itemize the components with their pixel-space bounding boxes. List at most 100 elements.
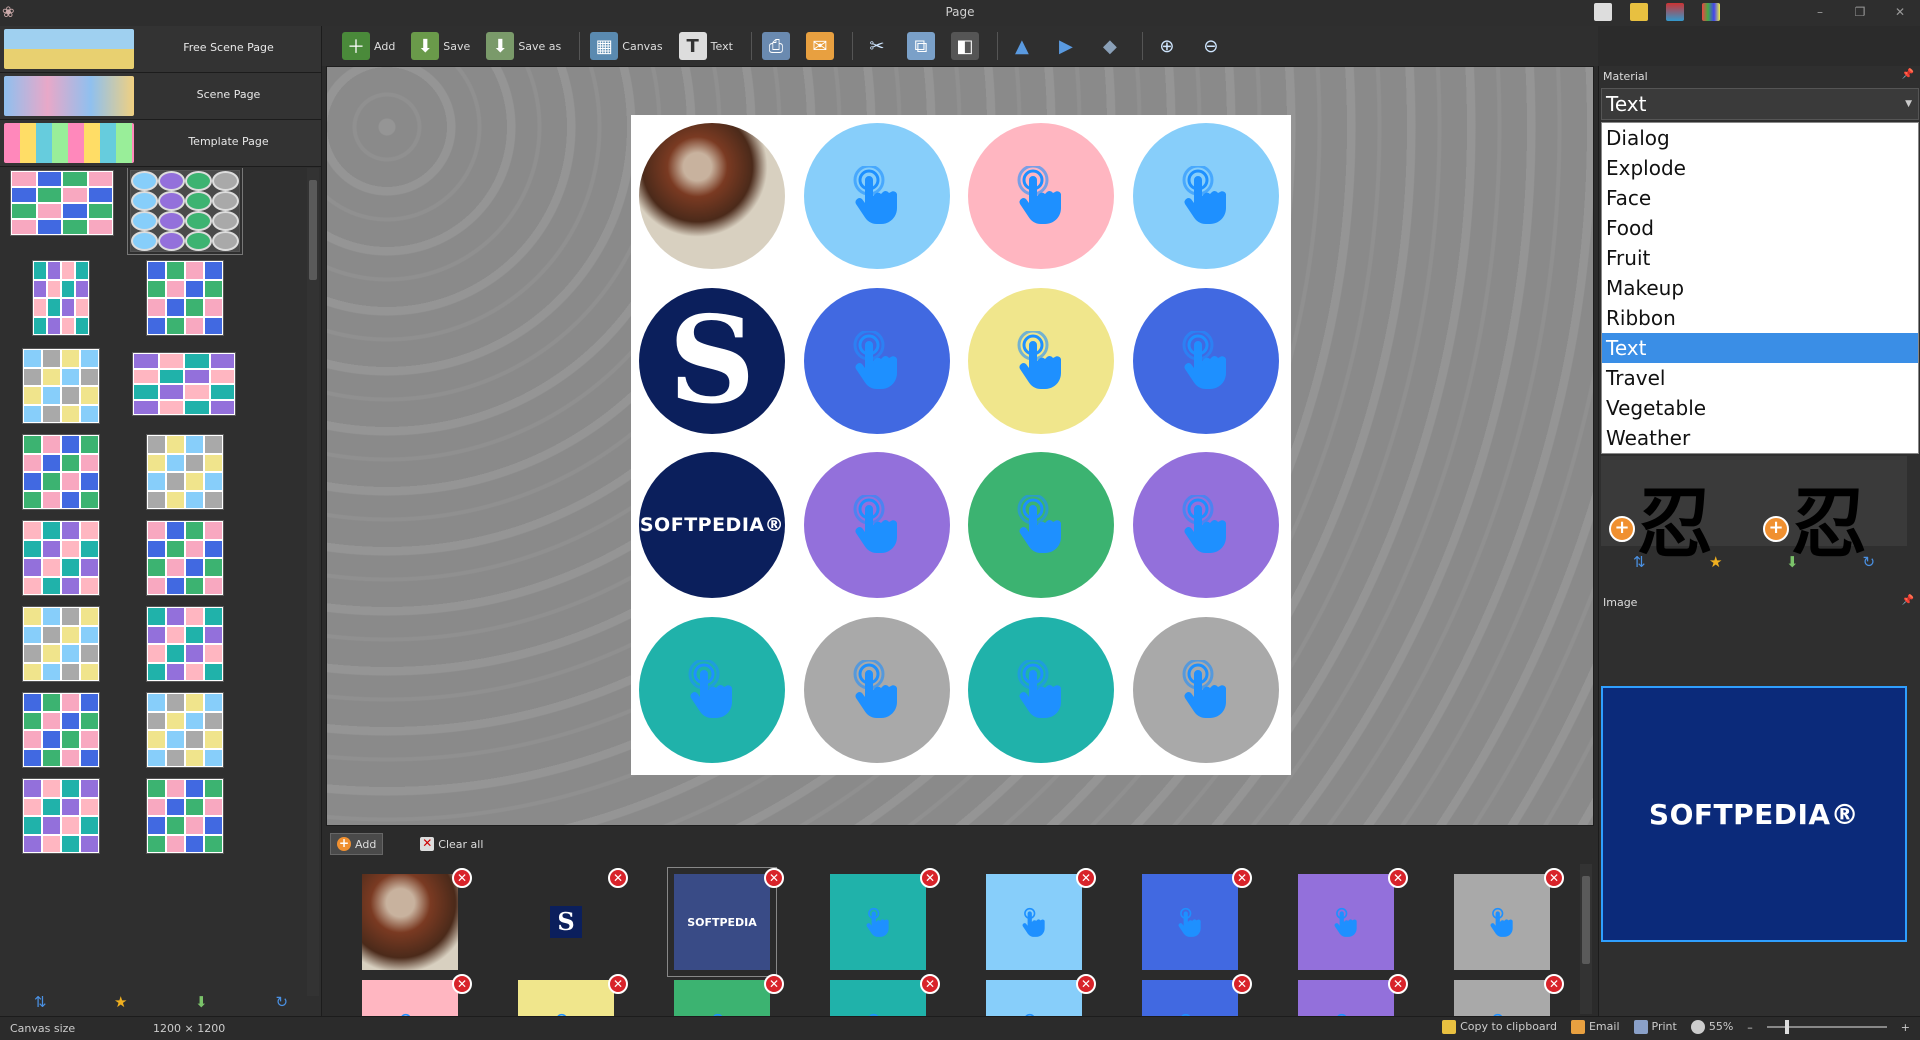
strip-thumbnail[interactable]: ✕ (1142, 974, 1252, 1016)
material-option[interactable]: Ribbon (1602, 303, 1918, 333)
text-button[interactable]: T Text (675, 30, 737, 62)
status-email-button[interactable]: Email (1570, 1020, 1620, 1034)
strip-thumbnail[interactable]: ✕ (362, 974, 472, 1016)
remove-thumbnail-icon[interactable]: ✕ (452, 974, 472, 994)
remove-thumbnail-icon[interactable]: ✕ (764, 868, 784, 888)
clear-all-button[interactable]: ✕ Clear all (413, 833, 490, 855)
zoom-slider-knob[interactable] (1784, 1020, 1789, 1034)
material-option[interactable]: Weather (1602, 423, 1918, 453)
touch-circle[interactable] (803, 287, 950, 434)
remove-thumbnail-icon[interactable]: ✕ (452, 868, 472, 888)
template-thumbnail[interactable] (146, 692, 224, 768)
strip-thumbnail[interactable]: S ✕ (518, 868, 628, 970)
strip-thumbnail[interactable]: ✕ (986, 974, 1096, 1016)
template-thumbnail[interactable] (127, 168, 243, 255)
favorite-star-icon[interactable]: ★ (1704, 553, 1728, 571)
template-thumbnail[interactable] (146, 434, 224, 510)
save-button[interactable]: ⬇ Save (407, 30, 474, 62)
material-category-select[interactable]: Text ▼ (1601, 88, 1919, 120)
material-option[interactable]: Vegetable (1602, 393, 1918, 423)
flip-vertical-button[interactable]: ▲ (1004, 30, 1040, 62)
template-thumbnail[interactable] (22, 520, 100, 596)
strip-thumbnail[interactable]: ✕ (518, 974, 628, 1016)
strip-thumbnail[interactable]: ✕ (1298, 974, 1408, 1016)
copy-to-clipboard-button[interactable]: Copy to clipboard (1442, 1020, 1557, 1034)
touch-circle[interactable] (803, 616, 950, 763)
remove-thumbnail-icon[interactable]: ✕ (1076, 868, 1096, 888)
sort-icon[interactable]: ⇅ (28, 993, 52, 1011)
pin-icon[interactable]: 📌 (1902, 595, 1914, 606)
touch-circle[interactable] (968, 123, 1114, 269)
remove-thumbnail-icon[interactable]: ✕ (1544, 974, 1564, 994)
strip-thumbnail[interactable]: SOFTPEDIA ✕ (667, 867, 784, 977)
new-document-icon[interactable] (1594, 3, 1612, 21)
template-thumbnail[interactable] (146, 778, 224, 854)
strip-thumbnail[interactable]: ✕ (1298, 868, 1408, 970)
strip-thumbnail[interactable]: ✕ (1454, 868, 1564, 970)
touch-circle[interactable] (1132, 123, 1279, 269)
template-thumbnail[interactable] (146, 606, 224, 682)
material-option[interactable]: Fruit (1602, 243, 1918, 273)
touch-circle[interactable] (968, 616, 1114, 763)
refresh-icon[interactable]: ↻ (1857, 553, 1881, 571)
template-thumbnail[interactable] (22, 778, 100, 854)
template-thumbnail[interactable] (22, 692, 100, 768)
material-option[interactable]: Dialog (1602, 123, 1918, 153)
material-option[interactable]: Makeup (1602, 273, 1918, 303)
restore-button[interactable]: ❐ (1840, 0, 1880, 26)
touch-circle[interactable] (803, 123, 950, 269)
template-thumbnail[interactable] (146, 520, 224, 596)
template-thumbnail[interactable] (22, 606, 100, 682)
remove-thumbnail-icon[interactable]: ✕ (920, 974, 940, 994)
template-thumbnail[interactable] (10, 170, 114, 236)
remove-thumbnail-icon[interactable]: ✕ (764, 974, 784, 994)
material-option[interactable]: Explode (1602, 153, 1918, 183)
template-thumbnail[interactable] (132, 352, 236, 416)
template-thumbnail[interactable] (146, 260, 224, 336)
rotate-button[interactable]: ◆ (1092, 30, 1128, 62)
remove-thumbnail-icon[interactable]: ✕ (920, 868, 940, 888)
remove-thumbnail-icon[interactable]: ✕ (608, 868, 628, 888)
remove-thumbnail-icon[interactable]: ✕ (1232, 868, 1252, 888)
favorite-star-icon[interactable]: ★ (109, 993, 133, 1011)
add-button[interactable]: ＋ Add (338, 30, 399, 62)
download-icon[interactable]: ⬇ (189, 993, 213, 1011)
strip-thumbnail[interactable]: ✕ (830, 974, 940, 1016)
status-print-button[interactable]: Print (1633, 1020, 1677, 1034)
touch-circle[interactable] (1132, 452, 1279, 598)
download-icon[interactable]: ⬇ (1780, 553, 1804, 571)
touch-circle[interactable] (803, 452, 950, 598)
remove-thumbnail-icon[interactable]: ✕ (1076, 974, 1096, 994)
strip-thumbnail[interactable]: ✕ (674, 974, 784, 1016)
photo-circle[interactable] (639, 123, 785, 269)
canvas-button[interactable]: ▦ Canvas (586, 30, 666, 62)
minimize-button[interactable]: – (1800, 0, 1840, 26)
layer-button[interactable]: ◧ (947, 30, 983, 62)
strip-thumbnail[interactable]: ✕ (986, 868, 1096, 970)
zoom-in-small-button[interactable]: + (1901, 1021, 1910, 1034)
sort-icon[interactable]: ⇅ (1627, 553, 1651, 571)
scrollbar-thumb[interactable] (1582, 876, 1590, 964)
strip-thumbnail[interactable]: ✕ (362, 868, 472, 970)
cut-button[interactable]: ✂ (859, 30, 895, 62)
color-palette-icon[interactable] (1702, 3, 1720, 21)
remove-thumbnail-icon[interactable]: ✕ (608, 974, 628, 994)
s-logo-circle[interactable]: S (639, 287, 785, 434)
zoom-in-button[interactable]: ⊕ (1149, 30, 1185, 62)
touch-circle[interactable] (968, 452, 1114, 598)
close-button[interactable]: ✕ (1880, 0, 1920, 26)
add-material-icon[interactable]: + (1763, 516, 1789, 542)
material-option[interactable]: Food (1602, 213, 1918, 243)
touch-circle[interactable] (968, 287, 1114, 434)
template-thumbnail[interactable] (22, 348, 100, 424)
template-scrollbar[interactable] (307, 168, 319, 996)
strip-thumbnail[interactable]: ✕ (1142, 868, 1252, 970)
zoom-slider[interactable] (1766, 1020, 1887, 1034)
material-option[interactable]: Travel (1602, 363, 1918, 393)
scene-page-button[interactable]: Scene Page (0, 73, 321, 120)
print-button[interactable]: ⎙ (758, 30, 794, 62)
template-thumbnail[interactable] (32, 260, 90, 336)
flip-horizontal-button[interactable]: ▶ (1048, 30, 1084, 62)
zoom-out-button[interactable]: ⊖ (1193, 30, 1229, 62)
gallery-icon[interactable] (1666, 3, 1684, 21)
